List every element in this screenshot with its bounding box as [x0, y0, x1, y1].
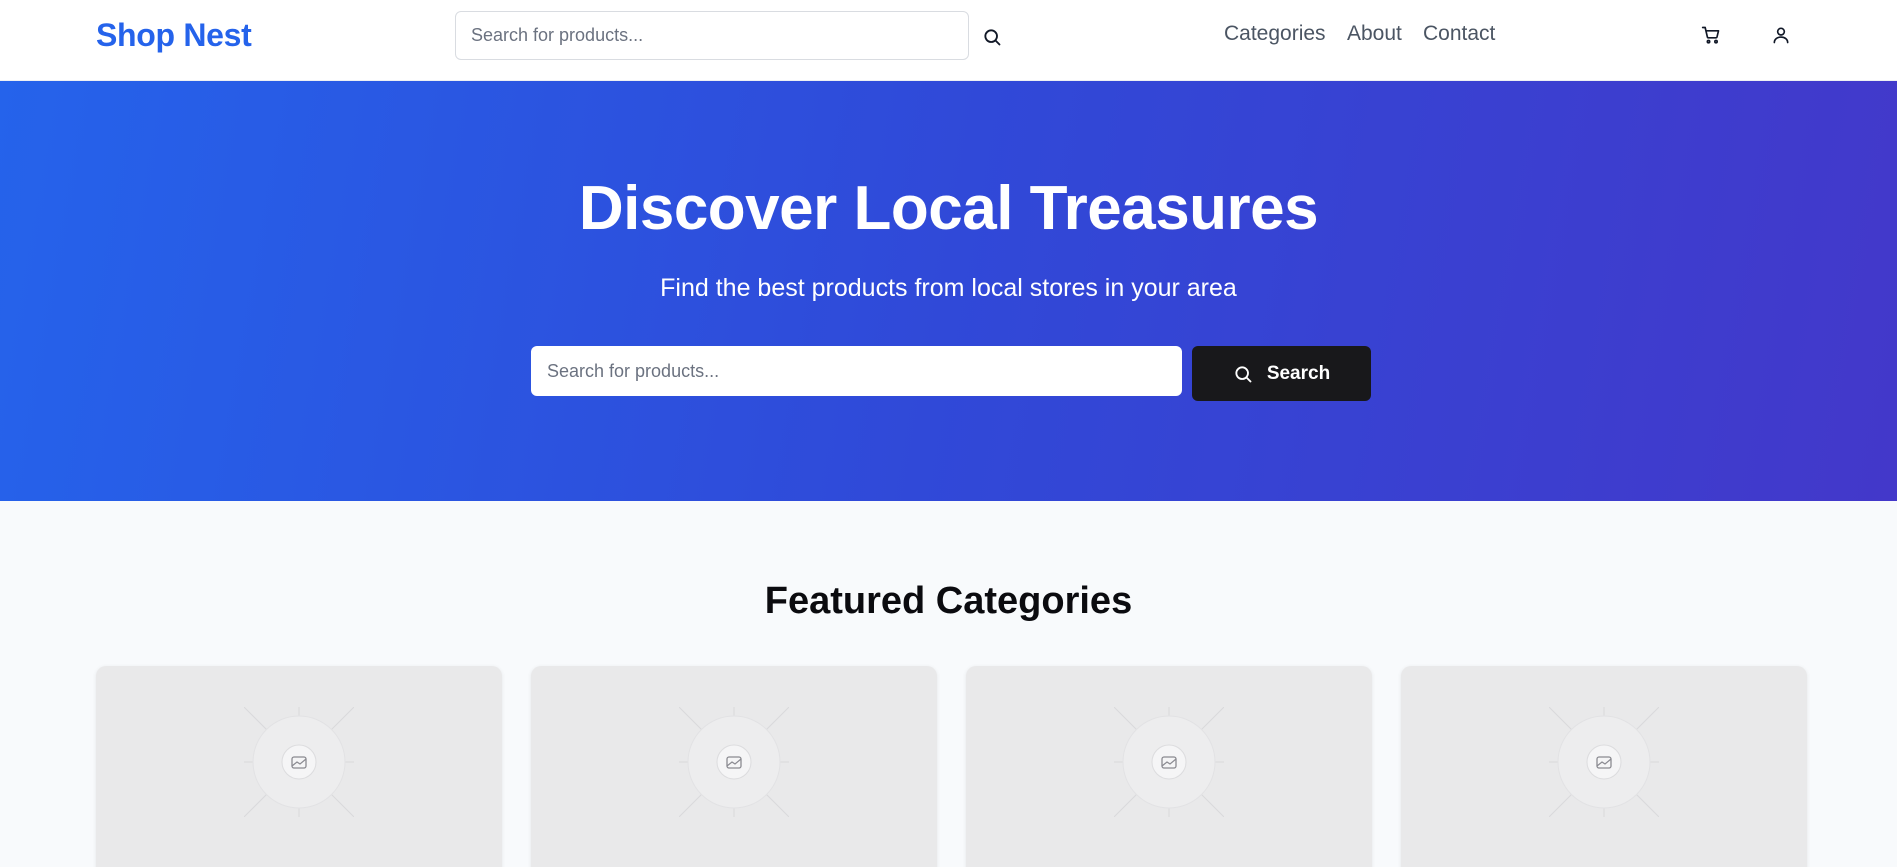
hero-search-button[interactable]: Search: [1192, 346, 1371, 401]
image-placeholder-icon: [1114, 707, 1224, 817]
header-search-button[interactable]: [977, 22, 1007, 52]
nav-contact[interactable]: Contact: [1423, 22, 1495, 46]
hero-title: Discover Local Treasures: [578, 174, 1319, 243]
image-placeholder-icon: [244, 707, 354, 817]
user-account-button[interactable]: [1766, 20, 1796, 50]
header-search-input[interactable]: [455, 11, 969, 60]
category-card[interactable]: [531, 666, 937, 867]
hero-search-button-label: Search: [1266, 362, 1331, 384]
image-placeholder-icon: [1549, 707, 1659, 817]
hero-search-input[interactable]: [531, 346, 1182, 396]
hero-subtitle: Find the best products from local stores…: [660, 274, 1237, 302]
category-card[interactable]: [1401, 666, 1807, 867]
search-icon: [1235, 365, 1252, 382]
featured-categories-title: Featured Categories: [764, 580, 1133, 622]
nav-categories[interactable]: Categories: [1224, 22, 1326, 46]
shopping-cart-icon: [1701, 26, 1720, 44]
image-placeholder-icon: [679, 707, 789, 817]
user-icon: [1773, 27, 1789, 44]
category-card[interactable]: [96, 666, 502, 867]
search-icon: [984, 29, 1001, 46]
nav-about[interactable]: About: [1347, 22, 1402, 46]
hero-banner: Discover Local Treasures Find the best p…: [0, 81, 1897, 501]
logo[interactable]: Shop Nest: [96, 17, 252, 54]
cart-button[interactable]: [1696, 20, 1726, 50]
site-header: Shop Nest Categories About Contact: [0, 0, 1897, 81]
category-card[interactable]: [966, 666, 1372, 867]
